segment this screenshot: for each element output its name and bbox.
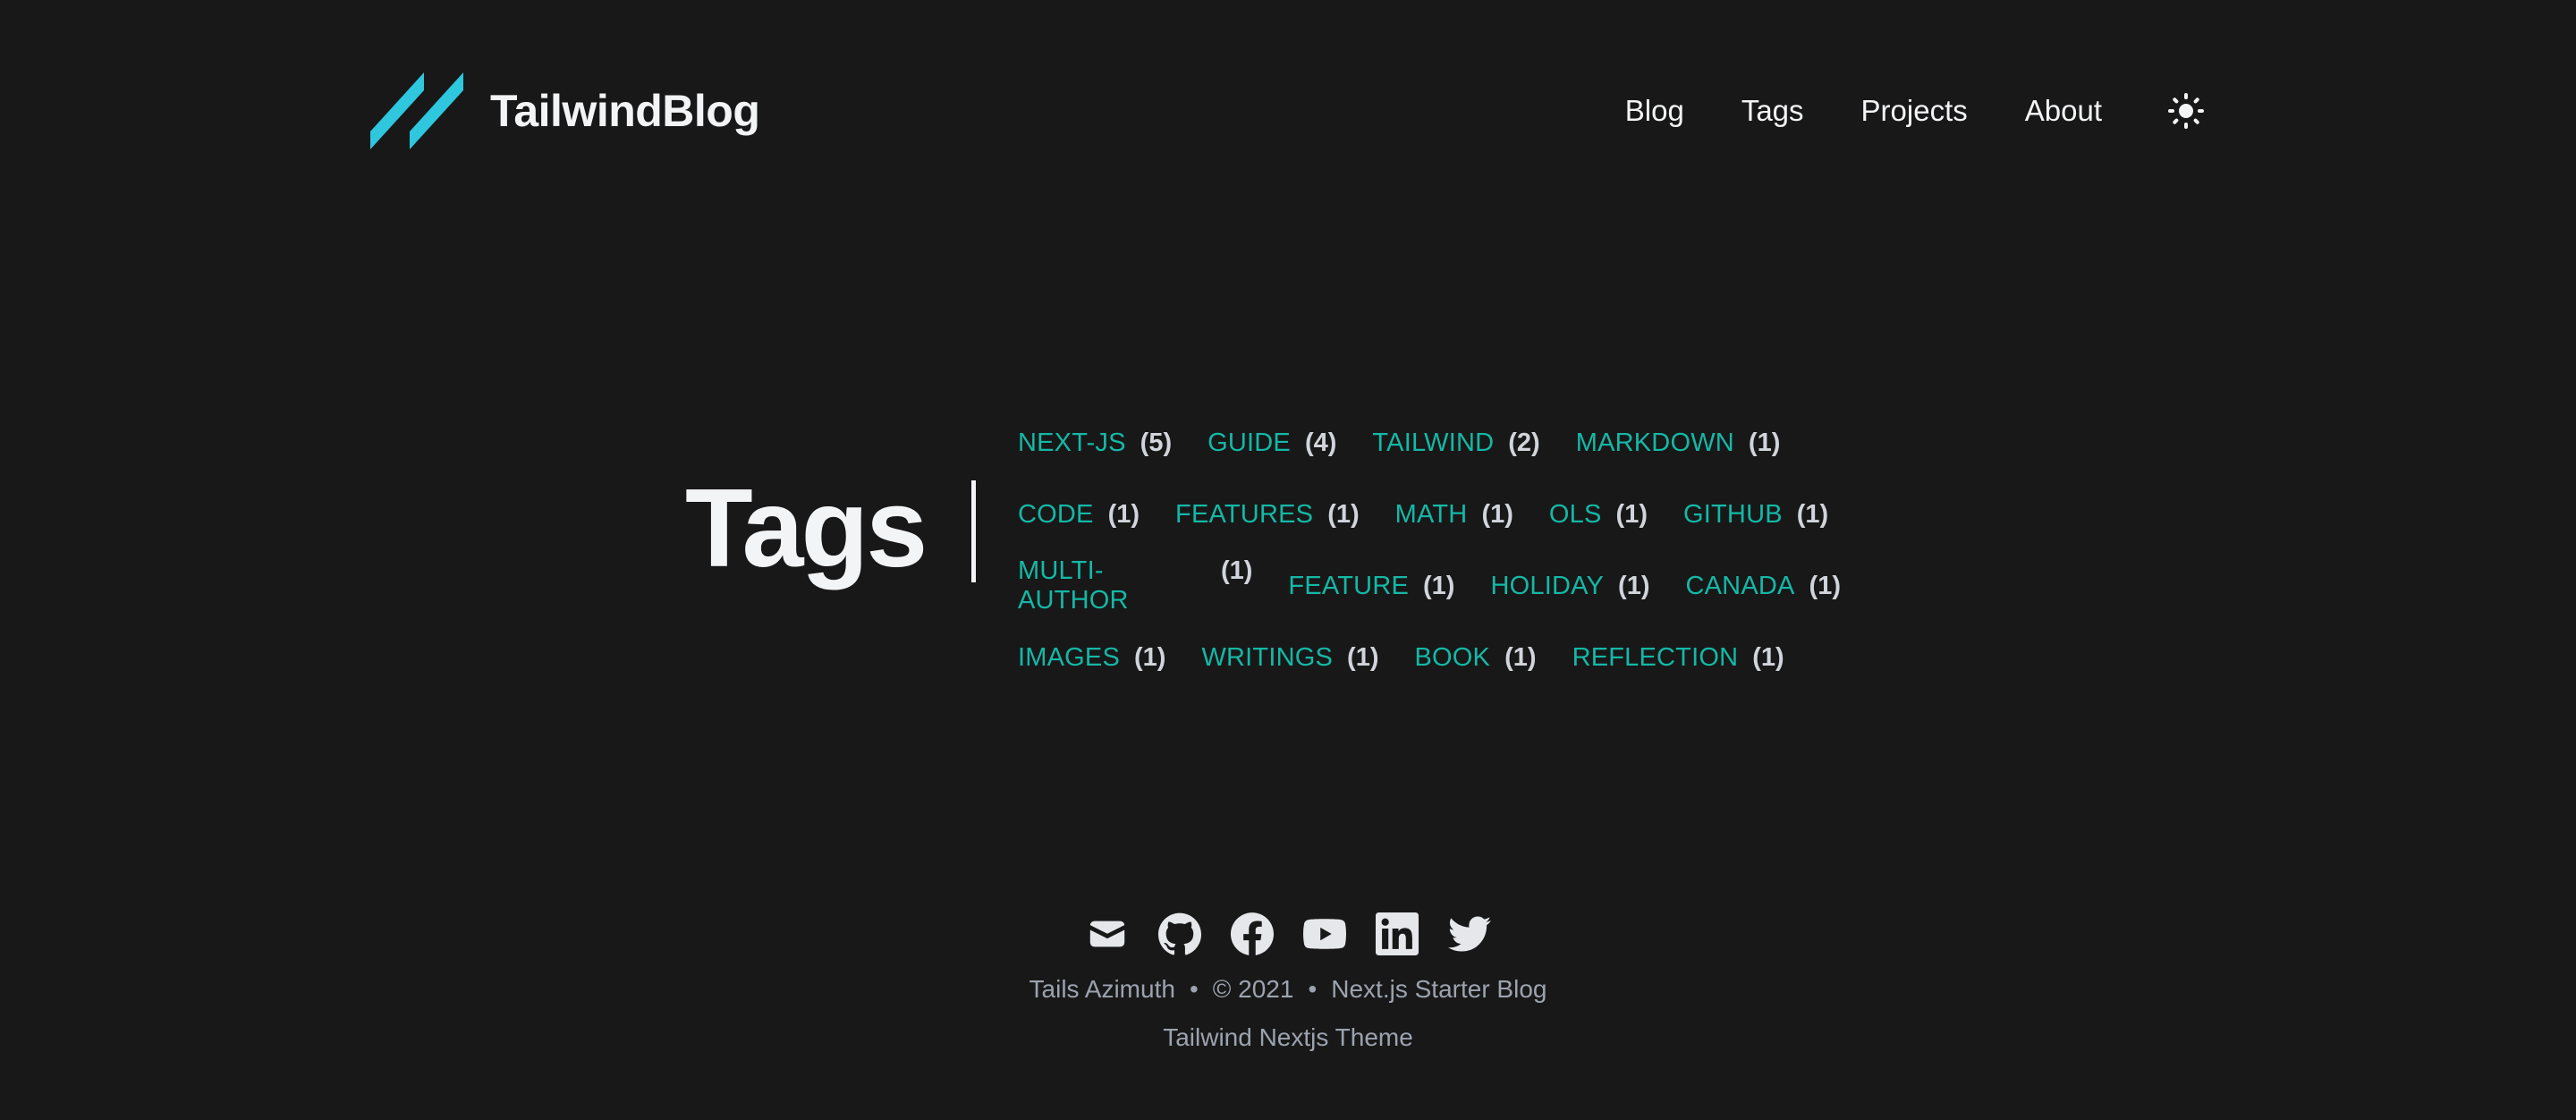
social-links xyxy=(0,911,2576,957)
tags-section: Tags NEXT-JS (5) GUIDE (4) TAILWIND (2) … xyxy=(0,407,2576,675)
tag-link-images[interactable]: IMAGES xyxy=(1018,643,1120,673)
tag-count: (1) xyxy=(1220,556,1253,585)
tag-item: TAILWIND (2) xyxy=(1372,428,1539,458)
tag-link-tailwind[interactable]: TAILWIND xyxy=(1372,428,1494,458)
tag-item: GUIDE (4) xyxy=(1208,428,1336,458)
tag-item: BOOK (1) xyxy=(1415,643,1537,673)
tag-link-multi-author[interactable]: MULTI-AUTHOR xyxy=(1018,556,1207,615)
footer-separator: • xyxy=(1308,975,1318,1003)
tag-count: (1) xyxy=(1327,499,1360,529)
tag-link-features[interactable]: FEATURES xyxy=(1175,500,1313,530)
tag-count: (4) xyxy=(1304,428,1337,457)
footer-author: Tails Azimuth xyxy=(1029,975,1175,1003)
tag-link-guide[interactable]: GUIDE xyxy=(1208,428,1291,458)
tag-count: (1) xyxy=(1504,642,1537,672)
main-nav: Blog Tags Projects About xyxy=(1625,91,2206,131)
theme-toggle-button[interactable] xyxy=(2166,91,2206,131)
tag-count: (1) xyxy=(1107,499,1140,529)
nav-link-blog[interactable]: Blog xyxy=(1625,94,1684,128)
tag-link-holiday[interactable]: HOLIDAY xyxy=(1490,572,1604,601)
tag-link-reflection[interactable]: REFLECTION xyxy=(1572,643,1739,673)
tag-item: OLS (1) xyxy=(1549,500,1648,530)
site-header: TailwindBlog Blog Tags Projects About xyxy=(370,64,2206,157)
tag-row: MULTI-AUTHOR (1) FEATURE (1) HOLIDAY (1)… xyxy=(1018,550,1877,622)
logo-icon xyxy=(370,72,463,149)
tag-count: (1) xyxy=(1748,428,1781,457)
tag-link-markdown[interactable]: MARKDOWN xyxy=(1576,428,1734,458)
tag-count: (1) xyxy=(1347,642,1379,672)
tag-item: HOLIDAY (1) xyxy=(1490,572,1649,601)
tag-link-code[interactable]: CODE xyxy=(1018,500,1094,530)
footer-copyright: © 2021 xyxy=(1212,975,1294,1003)
title-divider xyxy=(971,480,976,582)
tag-item: WRITINGS (1) xyxy=(1201,643,1378,673)
tag-count: (1) xyxy=(1423,571,1455,600)
tags-list: NEXT-JS (5) GUIDE (4) TAILWIND (2) MARKD… xyxy=(1018,407,1877,693)
tag-item: IMAGES (1) xyxy=(1018,643,1165,673)
tag-item: GITHUB (1) xyxy=(1683,500,1828,530)
tag-link-math[interactable]: MATH xyxy=(1395,500,1468,530)
tag-item: MATH (1) xyxy=(1395,500,1513,530)
tag-count: (1) xyxy=(1618,571,1650,600)
tag-count: (2) xyxy=(1508,428,1540,457)
footer-site-title-link[interactable]: Next.js Starter Blog xyxy=(1331,975,1546,1004)
tag-link-github[interactable]: GITHUB xyxy=(1683,500,1783,530)
tag-item: MULTI-AUTHOR (1) xyxy=(1018,556,1252,615)
tag-count: (1) xyxy=(1752,642,1784,672)
tag-count: (1) xyxy=(1796,499,1829,529)
tag-item: FEATURE (1) xyxy=(1288,572,1454,601)
brand-name: TailwindBlog xyxy=(490,86,760,136)
tag-item: CANADA (1) xyxy=(1685,572,1841,601)
tag-link-canada[interactable]: CANADA xyxy=(1685,572,1794,601)
tag-row: CODE (1) FEATURES (1) MATH (1) OLS (1) G… xyxy=(1018,479,1877,550)
footer-meta: Tails Azimuth • © 2021 • Next.js Starter… xyxy=(0,975,2576,1004)
nav-link-projects[interactable]: Projects xyxy=(1861,94,1968,128)
tag-link-next-js[interactable]: NEXT-JS xyxy=(1018,428,1126,458)
tag-link-book[interactable]: BOOK xyxy=(1415,643,1491,673)
youtube-icon[interactable] xyxy=(1302,912,1346,955)
footer-separator: • xyxy=(1189,975,1199,1003)
page-title: Tags xyxy=(685,467,928,590)
tag-count: (5) xyxy=(1140,428,1173,457)
tag-row: IMAGES (1) WRITINGS (1) BOOK (1) REFLECT… xyxy=(1018,622,1877,693)
nav-link-about[interactable]: About xyxy=(2025,94,2102,128)
tag-count: (1) xyxy=(1615,499,1648,529)
sun-icon xyxy=(2168,93,2204,129)
footer-theme-link[interactable]: Tailwind Nextjs Theme xyxy=(0,1023,2576,1052)
tag-row: NEXT-JS (5) GUIDE (4) TAILWIND (2) MARKD… xyxy=(1018,407,1877,479)
tag-count: (1) xyxy=(1809,571,1841,600)
facebook-icon[interactable] xyxy=(1230,912,1274,955)
nav-link-tags[interactable]: Tags xyxy=(1741,94,1804,128)
tag-count: (1) xyxy=(1481,499,1513,529)
tag-item: REFLECTION (1) xyxy=(1572,643,1784,673)
tag-item: NEXT-JS (5) xyxy=(1018,428,1172,458)
tag-link-feature[interactable]: FEATURE xyxy=(1288,572,1409,601)
twitter-icon[interactable] xyxy=(1447,912,1491,955)
page: TailwindBlog Blog Tags Projects About Ta… xyxy=(0,0,2576,1120)
tag-item: FEATURES (1) xyxy=(1175,500,1360,530)
tag-item: CODE (1) xyxy=(1018,500,1140,530)
mail-icon[interactable] xyxy=(1086,912,1129,955)
github-icon[interactable] xyxy=(1157,912,1201,955)
brand-link[interactable]: TailwindBlog xyxy=(370,72,760,149)
tag-count: (1) xyxy=(1134,642,1166,672)
linkedin-icon[interactable] xyxy=(1375,912,1419,955)
tag-item: MARKDOWN (1) xyxy=(1576,428,1781,458)
tag-link-ols[interactable]: OLS xyxy=(1549,500,1602,530)
site-footer: Tails Azimuth • © 2021 • Next.js Starter… xyxy=(0,911,2576,1052)
tag-link-writings[interactable]: WRITINGS xyxy=(1201,643,1333,673)
